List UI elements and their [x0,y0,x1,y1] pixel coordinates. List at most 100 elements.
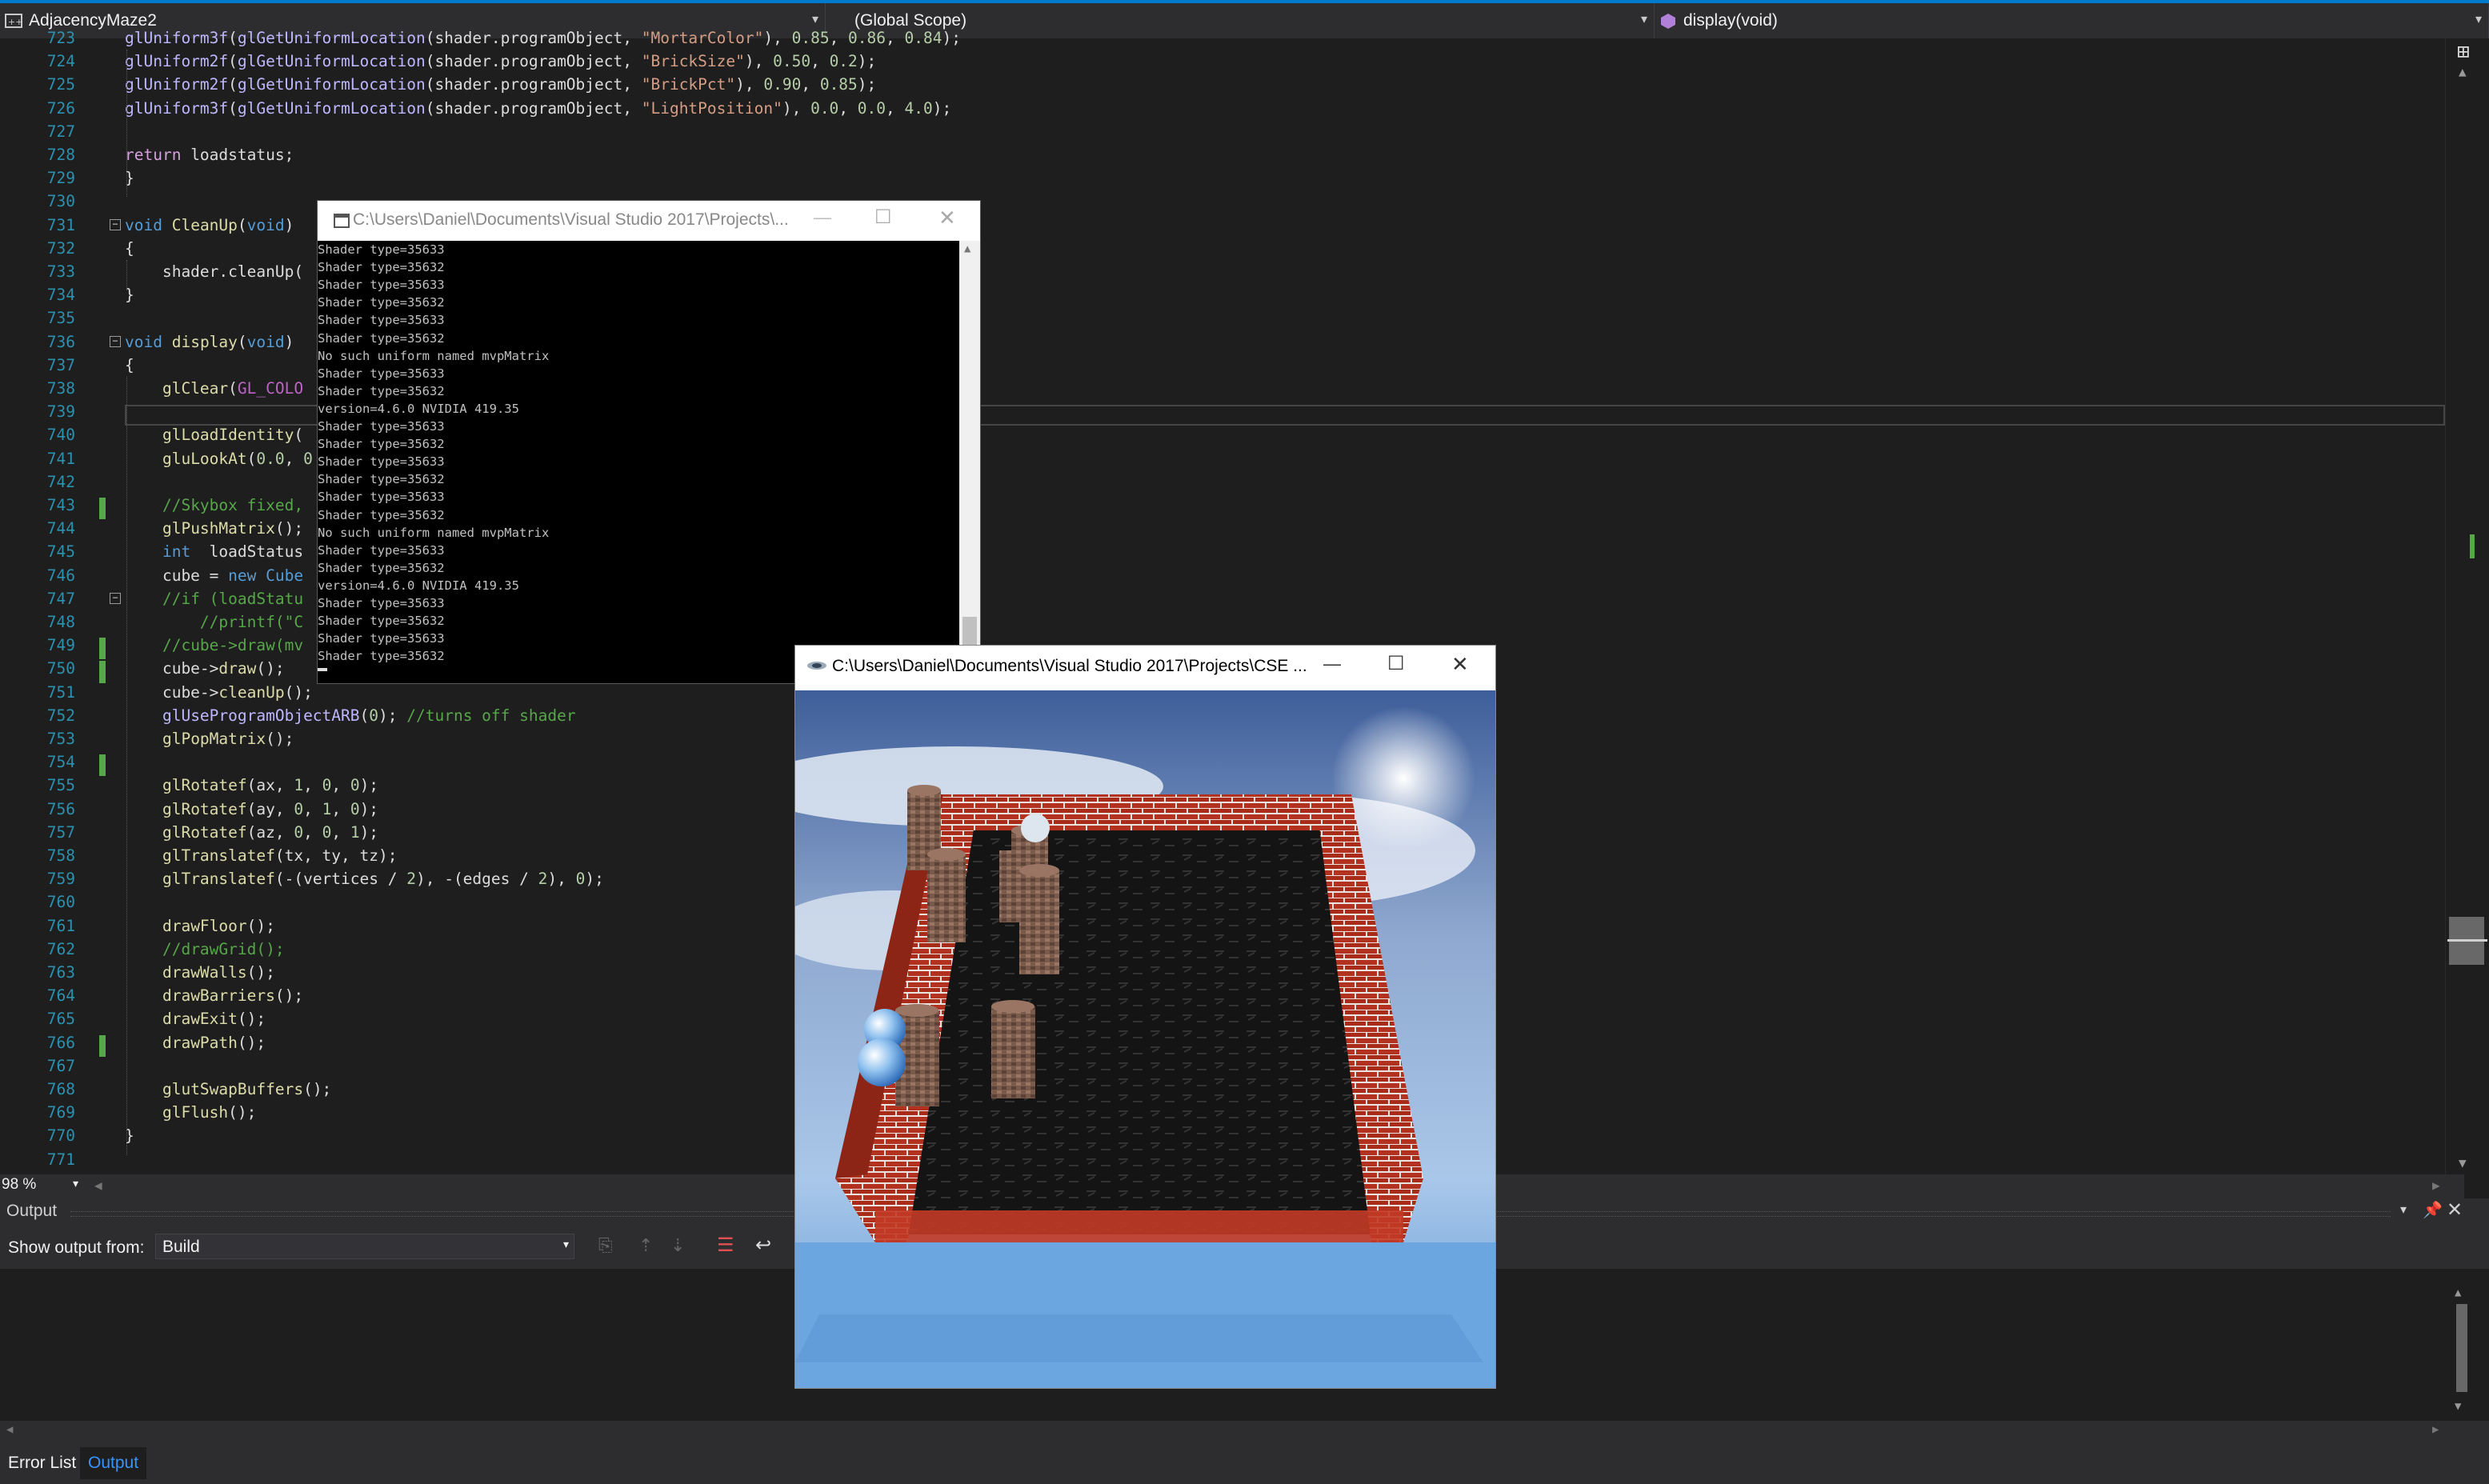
fold-collapse-icon[interactable]: − [110,218,121,230]
code-line: glLoadIdentity( [162,426,304,445]
code-line: glClear(GL_COLO [162,379,304,398]
next-message-icon[interactable]: ⇣ [670,1235,685,1256]
minimize-icon[interactable]: — [1323,654,1341,674]
scroll-left-arrow[interactable]: ◀ [6,1423,13,1436]
console-window[interactable]: C:\Users\Daniel\Documents\Visual Studio … [317,200,981,684]
line-number: 747 [46,589,75,608]
code-line: glRotatef(ay, 0, 1, 0); [162,799,379,818]
code-line: //printf("C [162,613,304,631]
line-number: 732 [46,238,75,258]
line-number: 762 [46,939,75,958]
console-line: Shader type=35633 [318,490,445,505]
code-line: drawPath(); [162,1033,266,1052]
scroll-up-arrow[interactable]: ▲ [2455,1286,2461,1299]
line-number: 749 [46,636,75,655]
line-number: 742 [46,472,75,491]
close-icon[interactable]: ✕ [1451,652,1469,677]
line-number: 766 [46,1033,75,1052]
change-indicator [99,498,106,520]
console-line: Shader type=35632 [318,330,445,346]
close-icon[interactable]: ✕ [938,206,956,230]
zoom-dropdown[interactable]: 98 % ▾ [2,1176,82,1197]
line-number: 763 [46,963,75,982]
line-number: 767 [46,1056,75,1075]
scrollbar-thumb[interactable] [2456,1304,2467,1392]
line-number: 739 [46,402,75,422]
line-number: 759 [46,870,75,889]
code-line: shader.cleanUp( [125,262,304,281]
code-line: glTranslatef(-(vertices / 2), -(edges / … [162,870,604,889]
line-number: 771 [46,1150,75,1169]
editor-vertical-scrollbar[interactable]: ⊞ ▲ ▼ [2445,38,2489,1174]
code-line: glUniform2f(glGetUniformLocation(shader.… [125,52,877,71]
line-number: 731 [46,215,75,234]
change-indicator [99,661,106,683]
console-line: Shader type=35633 [318,366,445,381]
maximize-icon[interactable]: ☐ [874,206,892,229]
output-vertical-scrollbar[interactable]: ▲ ▼ [2451,1286,2472,1414]
console-title: C:\Users\Daniel\Documents\Visual Studio … [353,210,789,229]
glut-render-window[interactable]: C:\Users\Daniel\Documents\Visual Studio … [794,645,1496,1389]
line-number: 748 [46,613,75,631]
indent-guide [126,376,127,1155]
tool-window-tabs: Error List Output [0,1442,2489,1484]
output-horizontal-scrollbar[interactable]: ◀ ▶ [0,1421,2489,1442]
indent-guide [126,259,127,291]
scroll-down-arrow[interactable]: ▼ [2455,1400,2461,1413]
line-number: 725 [46,75,75,94]
code-line: glFlush(); [162,1103,257,1122]
console-line: Shader type=35633 [318,542,445,558]
code-line: glUseProgramObjectARB(0); //turns off sh… [162,706,576,725]
code-line: //Skybox fixed, [162,496,304,514]
tab-output[interactable]: Output [80,1447,147,1479]
line-number: 750 [46,659,75,678]
close-icon[interactable]: ✕ [2447,1198,2463,1222]
line-number: 738 [46,379,75,398]
scroll-left-arrow[interactable]: ◀ [94,1178,102,1193]
find-message-icon[interactable]: ⎘ [598,1235,613,1256]
code-line: //drawGrid(); [162,939,285,958]
maximize-icon[interactable]: ☐ [1387,652,1405,675]
minimize-icon[interactable]: — [814,207,831,228]
console-line: Shader type=35632 [318,437,445,452]
code-line: //if (loadStatu [162,589,304,608]
line-number: 752 [46,706,75,725]
code-line: { [125,355,134,374]
tab-error-list[interactable]: Error List [0,1447,84,1479]
word-wrap-icon[interactable]: ↩ [755,1234,771,1257]
console-line: version=4.6.0 NVIDIA 419.35 [318,401,519,416]
line-number: 744 [46,519,75,538]
scroll-right-arrow[interactable]: ▶ [2432,1423,2439,1436]
line-number: 733 [46,262,75,281]
code-line: glPushMatrix(); [162,519,304,538]
console-line: Shader type=35632 [318,383,445,398]
pin-icon[interactable]: 📌 [2423,1200,2443,1220]
console-line: Shader type=35633 [318,454,445,470]
clear-all-icon[interactable]: ☰ [717,1234,734,1257]
console-line: No such uniform named mvpMatrix [318,348,550,363]
line-number: 735 [46,309,75,328]
line-number: 734 [46,286,75,305]
code-line: cube = new Cube [125,566,304,585]
console-line: Shader type=35633 [318,242,445,257]
maze-3d-viewport[interactable] [795,690,1495,1388]
scroll-up-arrow[interactable]: ▲ [964,242,970,255]
scroll-down-arrow[interactable]: ▼ [2459,1155,2467,1170]
change-marker [2470,534,2475,558]
chevron-down-icon: ▾ [2475,13,2482,26]
split-editor-icon[interactable]: ⊞ [2457,42,2478,62]
console-scrollbar[interactable]: ▲ [959,241,980,683]
previous-message-icon[interactable]: ⇡ [638,1235,653,1256]
console-line: Shader type=35632 [318,649,445,664]
glut-title-bar[interactable]: C:\Users\Daniel\Documents\Visual Studio … [795,646,1495,690]
scroll-right-arrow[interactable]: ▶ [2432,1178,2440,1193]
console-line: Shader type=35632 [318,472,445,487]
fold-collapse-icon[interactable]: − [110,335,121,347]
panel-menu-icon[interactable]: ▾ [2400,1202,2407,1218]
scroll-up-arrow[interactable]: ▲ [2459,64,2467,79]
fold-collapse-icon[interactable]: − [110,592,121,604]
scroll-position-marker [2447,939,2487,942]
output-source-select[interactable]: Build ▾ [155,1234,574,1259]
line-number: 730 [46,192,75,211]
console-title-bar[interactable]: C:\Users\Daniel\Documents\Visual Studio … [318,201,980,241]
